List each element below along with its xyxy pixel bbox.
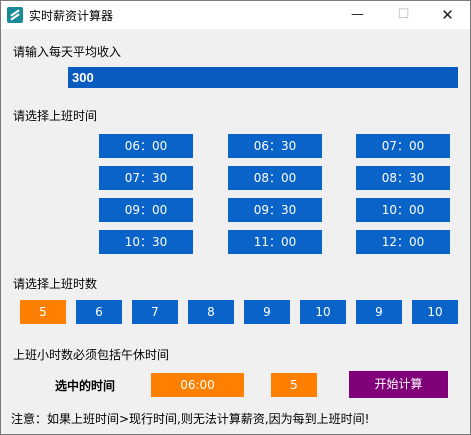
- time-option-button[interactable]: 08：30: [356, 166, 450, 190]
- time-option-button[interactable]: 06：30: [228, 134, 322, 158]
- time-option-button[interactable]: 08：00: [228, 166, 322, 190]
- daily-income-label: 请输入每天平均收入: [13, 45, 122, 59]
- time-option-button[interactable]: 10：30: [99, 230, 193, 254]
- hours-option-button[interactable]: 8: [188, 300, 234, 324]
- time-option-button[interactable]: 12：00: [356, 230, 450, 254]
- minimize-button[interactable]: —: [335, 1, 380, 29]
- hours-option-button[interactable]: 5: [20, 300, 66, 324]
- time-option-button[interactable]: 07：30: [99, 166, 193, 190]
- lunch-note: 上班小时数必须包括午休时间: [13, 348, 170, 362]
- hours-option-button[interactable]: 10: [300, 300, 346, 324]
- maximize-button[interactable]: ☐: [381, 1, 426, 29]
- time-option-button[interactable]: 06：00: [99, 134, 193, 158]
- time-option-button[interactable]: 09：30: [228, 198, 322, 222]
- work-hours-label: 请选择上班时数: [13, 277, 98, 291]
- app-window: 实时薪资计算器 — ☐ ✕ 请输入每天平均收入 300 请选择上班时间 06：0…: [0, 0, 471, 435]
- daily-income-input[interactable]: 300: [68, 67, 458, 88]
- hours-option-button[interactable]: 9: [356, 300, 402, 324]
- warning-text: 注意：如果上班时间>现行时间,则无法计算薪资,因为每到上班时间!: [11, 412, 370, 426]
- close-button[interactable]: ✕: [425, 1, 470, 29]
- hours-option-button[interactable]: 7: [132, 300, 178, 324]
- selected-time-label: 选中的时间: [55, 379, 116, 393]
- time-option-button[interactable]: 11：00: [228, 230, 322, 254]
- time-option-button[interactable]: 10：00: [356, 198, 450, 222]
- hours-option-button[interactable]: 10: [412, 300, 458, 324]
- selected-hours-value: 5: [271, 373, 317, 397]
- window-title: 实时薪资计算器: [29, 9, 114, 23]
- hours-option-button[interactable]: 9: [244, 300, 290, 324]
- time-option-button[interactable]: 07：00: [356, 134, 450, 158]
- selected-time-value: 06:00: [151, 373, 244, 397]
- title-bar: 实时薪资计算器 — ☐ ✕: [1, 1, 470, 29]
- time-option-button[interactable]: 09：00: [99, 198, 193, 222]
- start-time-label: 请选择上班时间: [13, 109, 98, 123]
- hours-option-button[interactable]: 6: [76, 300, 122, 324]
- start-calculate-button[interactable]: 开始计算: [349, 371, 448, 398]
- app-icon: [7, 7, 23, 23]
